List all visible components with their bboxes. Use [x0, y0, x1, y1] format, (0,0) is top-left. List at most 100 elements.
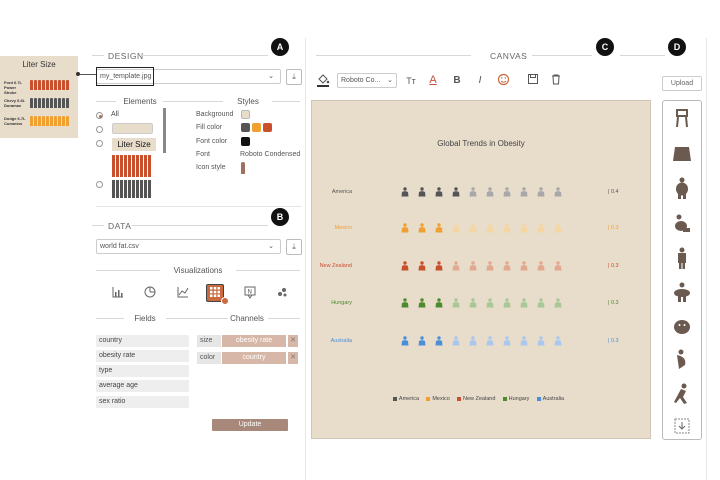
data-file-select[interactable]: world fat.csv ⌄ [96, 239, 281, 254]
field-chip[interactable]: country [96, 335, 189, 347]
person-icon [434, 187, 443, 197]
remove-channel-icon[interactable]: ✕ [288, 352, 298, 364]
save-icon[interactable] [526, 73, 540, 87]
person-icon [417, 298, 426, 308]
divider [96, 101, 116, 102]
element-title-preview[interactable]: Liter Size [112, 138, 156, 151]
styles-heading: Styles [237, 97, 259, 106]
channel-value-color[interactable]: country [222, 352, 286, 364]
element-radio-icons[interactable] [96, 181, 103, 188]
element-radio-all[interactable] [96, 112, 103, 119]
thumbnail-row-label: Chevy 6.6L Duramax [4, 98, 26, 108]
field-chip[interactable]: average age [96, 380, 189, 392]
element-background-preview[interactable] [112, 123, 153, 134]
wide-torso-icon[interactable] [671, 143, 693, 165]
legend-item: Australia [536, 396, 565, 402]
trash-icon[interactable] [549, 73, 563, 87]
standing-person-icon[interactable] [671, 247, 693, 269]
thumbnail-bars [30, 80, 69, 90]
field-chip[interactable]: type [96, 365, 189, 377]
scale-person-icon[interactable] [671, 107, 693, 129]
round-person-icon[interactable] [671, 315, 693, 337]
element-radio-background[interactable] [96, 126, 103, 133]
person-icon [468, 261, 477, 271]
bar-chart-icon[interactable] [110, 285, 126, 301]
thumbnail-row: Ford 6.7L Power Stroke [4, 80, 28, 95]
legend-label: America [398, 396, 420, 402]
row-country-label: Mexico [334, 225, 352, 231]
field-chip[interactable]: sex ratio [96, 396, 189, 408]
person-icon [468, 223, 477, 233]
element-radio-title[interactable] [96, 140, 103, 147]
upload-data-button[interactable]: ⤓ [286, 239, 302, 255]
person-icon [400, 261, 409, 271]
person-icon [553, 261, 562, 271]
divider [316, 55, 471, 56]
elements-heading: Elements [123, 97, 157, 106]
person-icon [451, 298, 460, 308]
person-icon [468, 298, 477, 308]
update-button[interactable]: Update [212, 419, 288, 431]
scatter-icon[interactable] [274, 285, 290, 301]
font-color-swatch[interactable] [241, 137, 250, 146]
wide-person-icon[interactable] [671, 281, 693, 303]
fill-color-swatch[interactable] [263, 123, 272, 132]
running-person-icon[interactable] [671, 383, 693, 405]
field-chip[interactable]: obesity rate [96, 350, 189, 362]
background-color-swatch[interactable] [241, 110, 250, 119]
divider [620, 55, 665, 56]
person-icon [451, 336, 460, 346]
divider [96, 206, 302, 207]
fill-color-swatch[interactable] [241, 123, 250, 132]
font-select[interactable]: Roboto Co... ⌄ [337, 73, 397, 88]
upload-icon-button[interactable]: Upload [662, 76, 702, 91]
channel-value-size[interactable]: obesity rate [222, 335, 286, 347]
canvas-area[interactable]: Global Trends in Obesity America | 0.4 Mex… [311, 100, 651, 439]
elements-scrollbar[interactable] [163, 108, 166, 153]
person-icon [519, 336, 528, 346]
channel-label-color: color [197, 352, 221, 364]
paint-bucket-icon[interactable] [316, 73, 330, 87]
row-country-label: Australia [330, 338, 352, 344]
legend-label: Hungary [508, 396, 530, 402]
text-size-icon[interactable]: Tт [404, 74, 418, 88]
line-chart-icon[interactable] [175, 285, 191, 301]
person-icon [434, 298, 443, 308]
annotation-icon[interactable]: N [242, 285, 258, 301]
icons-badge: D [668, 38, 686, 56]
divider [272, 101, 300, 102]
bold-icon[interactable]: B [450, 74, 464, 88]
element-icons-preview-gray[interactable] [112, 180, 151, 198]
emoji-icon[interactable] [496, 73, 510, 87]
font-value[interactable]: Roboto Condensed [240, 151, 300, 158]
fill-color-swatch[interactable] [252, 123, 261, 132]
icon-style-label: Icon style [196, 164, 226, 171]
person-icon [536, 336, 545, 346]
fat-person-icon[interactable] [671, 177, 693, 199]
person-icon [536, 261, 545, 271]
person-icon [417, 336, 426, 346]
icon-style-preview[interactable] [241, 162, 245, 174]
side-person-icon[interactable] [671, 349, 693, 371]
design-heading: DESIGN [108, 51, 144, 61]
element-icons-preview-orange[interactable] [112, 155, 151, 177]
person-icon [485, 187, 494, 197]
row-country-label: New Zealand [319, 263, 352, 269]
font-color-icon[interactable]: A [426, 73, 440, 87]
template-file-highlight [96, 67, 154, 86]
chart-title[interactable]: Global Trends in Obesity [312, 139, 650, 148]
sitting-person-icon[interactable] [671, 213, 693, 235]
divider [166, 318, 228, 319]
thumbnail-bars [30, 98, 69, 108]
person-icon [468, 187, 477, 197]
legend-label: Australia [542, 396, 565, 402]
person-icon [485, 223, 494, 233]
pie-chart-icon[interactable] [142, 285, 158, 301]
download-icon[interactable] [671, 415, 693, 437]
italic-icon[interactable]: I [473, 74, 487, 88]
upload-template-button[interactable]: ⤓ [286, 69, 302, 85]
person-icon [485, 336, 494, 346]
person-icon [417, 223, 426, 233]
remove-channel-icon[interactable]: ✕ [288, 335, 298, 347]
divider [132, 225, 268, 226]
